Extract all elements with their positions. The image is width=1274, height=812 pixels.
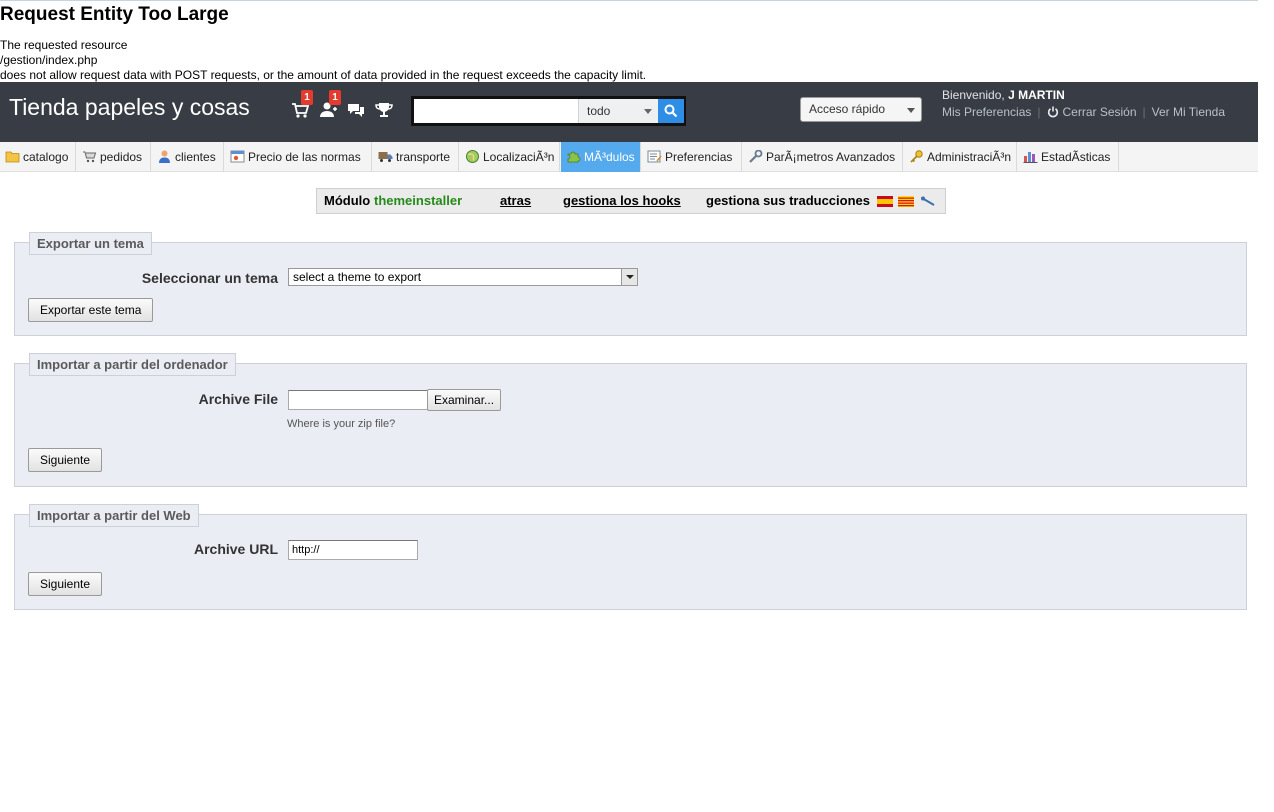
tab-label: EstadÃ­sticas	[1041, 150, 1111, 164]
separator: |	[1142, 105, 1146, 119]
tab-localizacion[interactable]: LocalizaciÃ³n	[460, 142, 560, 172]
tab-label: Precio de las normas	[248, 150, 361, 164]
truck-icon	[378, 150, 393, 163]
trophy-icon	[375, 103, 393, 117]
error-path: /gestion/index.php	[0, 53, 98, 67]
next-button[interactable]: Siguiente	[28, 572, 103, 596]
archive-file-input[interactable]	[288, 390, 428, 410]
orders-badge: 1	[301, 90, 313, 105]
admin-header: Tienda papeles y cosas 1 1 todo Acceso r…	[0, 82, 1258, 142]
tab-parametros-avanzados[interactable]: ParÃ¡metros Avanzados	[743, 142, 903, 172]
import-computer-legend: Importar a partir del ordenador	[29, 353, 236, 376]
theme-select[interactable]: select a theme to export	[288, 268, 638, 286]
chevron-down-icon	[644, 109, 652, 114]
welcome-prefix: Bienvenido,	[942, 88, 1005, 102]
tab-estadisticas[interactable]: EstadÃ­sticas	[1018, 142, 1119, 172]
export-theme-section: Exportar un tema Seleccionar un tema sel…	[14, 232, 1247, 336]
error-line: The requested resource	[0, 38, 128, 52]
customers-badge: 1	[329, 90, 341, 105]
export-theme-button[interactable]: Exportar este tema	[28, 298, 154, 322]
power-icon	[1047, 106, 1058, 118]
tab-label: MÃ³dulos	[584, 150, 635, 164]
tab-label: AdministraciÃ³n	[927, 150, 1012, 164]
module-prefix: Módulo	[324, 193, 371, 208]
puzzle-icon	[566, 150, 581, 163]
user-icon	[157, 150, 172, 163]
customers-notification[interactable]: 1	[318, 90, 341, 120]
tab-pedidos[interactable]: pedidos	[77, 142, 151, 172]
chevron-down-icon	[907, 108, 915, 113]
back-link[interactable]: atras	[500, 189, 531, 213]
tab-clientes[interactable]: clientes	[152, 142, 224, 172]
top-border	[0, 0, 1258, 1]
export-legend: Exportar un tema	[29, 232, 152, 255]
my-preferences-link[interactable]: Mis Preferencias	[942, 105, 1031, 119]
search-bar: todo	[411, 96, 686, 126]
search-scope-select[interactable]: todo	[578, 99, 658, 123]
tab-modulos[interactable]: MÃ³dulos	[561, 142, 641, 172]
tab-label: catalogo	[23, 150, 69, 164]
key-icon	[909, 150, 924, 163]
preferences-icon	[647, 150, 662, 163]
archive-url-input[interactable]: http://	[288, 540, 418, 560]
view-shop-link[interactable]: Ver Mi Tienda	[1152, 105, 1225, 119]
shop-name[interactable]: Tienda papeles y cosas	[9, 94, 250, 121]
wrench-icon	[748, 150, 763, 163]
tab-label: clientes	[175, 150, 216, 164]
zip-hint: Where is your zip file?	[287, 418, 396, 430]
header-links: Mis Preferencias | Cerrar Sesión | Ver Mi Ti…	[942, 105, 1225, 119]
tab-label: ParÃ¡metros Avanzados	[766, 150, 896, 164]
translate-tool-icon[interactable]	[920, 196, 936, 207]
error-title: Request Entity Too Large	[0, 4, 229, 25]
manage-hooks-link[interactable]: gestiona los hooks	[563, 189, 681, 213]
search-scope-value: todo	[587, 104, 611, 118]
manage-translations-label: gestiona sus traducciones	[706, 193, 870, 208]
search-input[interactable]	[414, 99, 578, 123]
tab-catalogo[interactable]: catalogo	[0, 142, 76, 172]
import-computer-section: Importar a partir del ordenador Archive …	[14, 353, 1247, 487]
search-button[interactable]	[658, 99, 684, 123]
tab-label: pedidos	[100, 150, 143, 164]
tab-label: Preferencias	[665, 150, 733, 164]
user-name: J MARTIN	[1008, 88, 1065, 102]
error-line: does not allow request data with POST re…	[0, 68, 647, 82]
archive-url-label: Archive URL	[193, 541, 278, 557]
tab-precio-normas[interactable]: Precio de las normas	[225, 142, 372, 172]
select-theme-label: Seleccionar un tema	[141, 270, 278, 286]
price-rules-icon	[230, 150, 245, 163]
welcome-text: Bienvenido, J MARTIN	[942, 88, 1065, 102]
orders-notification[interactable]: 1	[290, 90, 313, 120]
theme-select-value: select a theme to export	[293, 270, 422, 284]
globe-icon	[465, 150, 480, 163]
chat-icon	[348, 104, 364, 117]
main-tabs: catalogo pedidos clientes Precio de las …	[0, 142, 1258, 172]
chevron-down-icon	[621, 269, 637, 285]
quick-access-label: Acceso rápido	[809, 102, 886, 116]
logout-link[interactable]: Cerrar Sesión	[1047, 105, 1137, 119]
stats-icon	[1023, 150, 1038, 163]
messages-notification[interactable]	[346, 100, 366, 120]
import-web-legend: Importar a partir del Web	[29, 504, 199, 527]
browse-button[interactable]: Examinar...	[427, 389, 502, 411]
archive-file-label: Archive File	[198, 391, 278, 407]
module-name: themeinstaller	[374, 193, 463, 208]
next-button[interactable]: Siguiente	[28, 448, 103, 472]
tab-preferencias[interactable]: Preferencias	[642, 142, 742, 172]
import-web-section: Importar a partir del Web Archive URL ht…	[14, 504, 1247, 610]
flag-es-icon[interactable]	[877, 196, 893, 207]
folder-icon	[5, 150, 20, 163]
tab-administracion[interactable]: AdministraciÃ³n	[904, 142, 1017, 172]
separator: |	[1037, 105, 1041, 119]
search-icon	[664, 104, 678, 118]
logout-label: Cerrar Sesión	[1062, 105, 1137, 119]
module-toolbar: Módulo themeinstaller atras gestiona los…	[316, 188, 946, 214]
tab-transporte[interactable]: transporte	[373, 142, 459, 172]
flag-ca-icon[interactable]	[898, 196, 914, 207]
tab-label: LocalizaciÃ³n	[483, 150, 555, 164]
trophy-button[interactable]	[374, 100, 394, 120]
quick-access-dropdown[interactable]: Acceso rápido	[800, 97, 922, 122]
tab-label: transporte	[396, 150, 451, 164]
cart-icon	[82, 150, 97, 163]
